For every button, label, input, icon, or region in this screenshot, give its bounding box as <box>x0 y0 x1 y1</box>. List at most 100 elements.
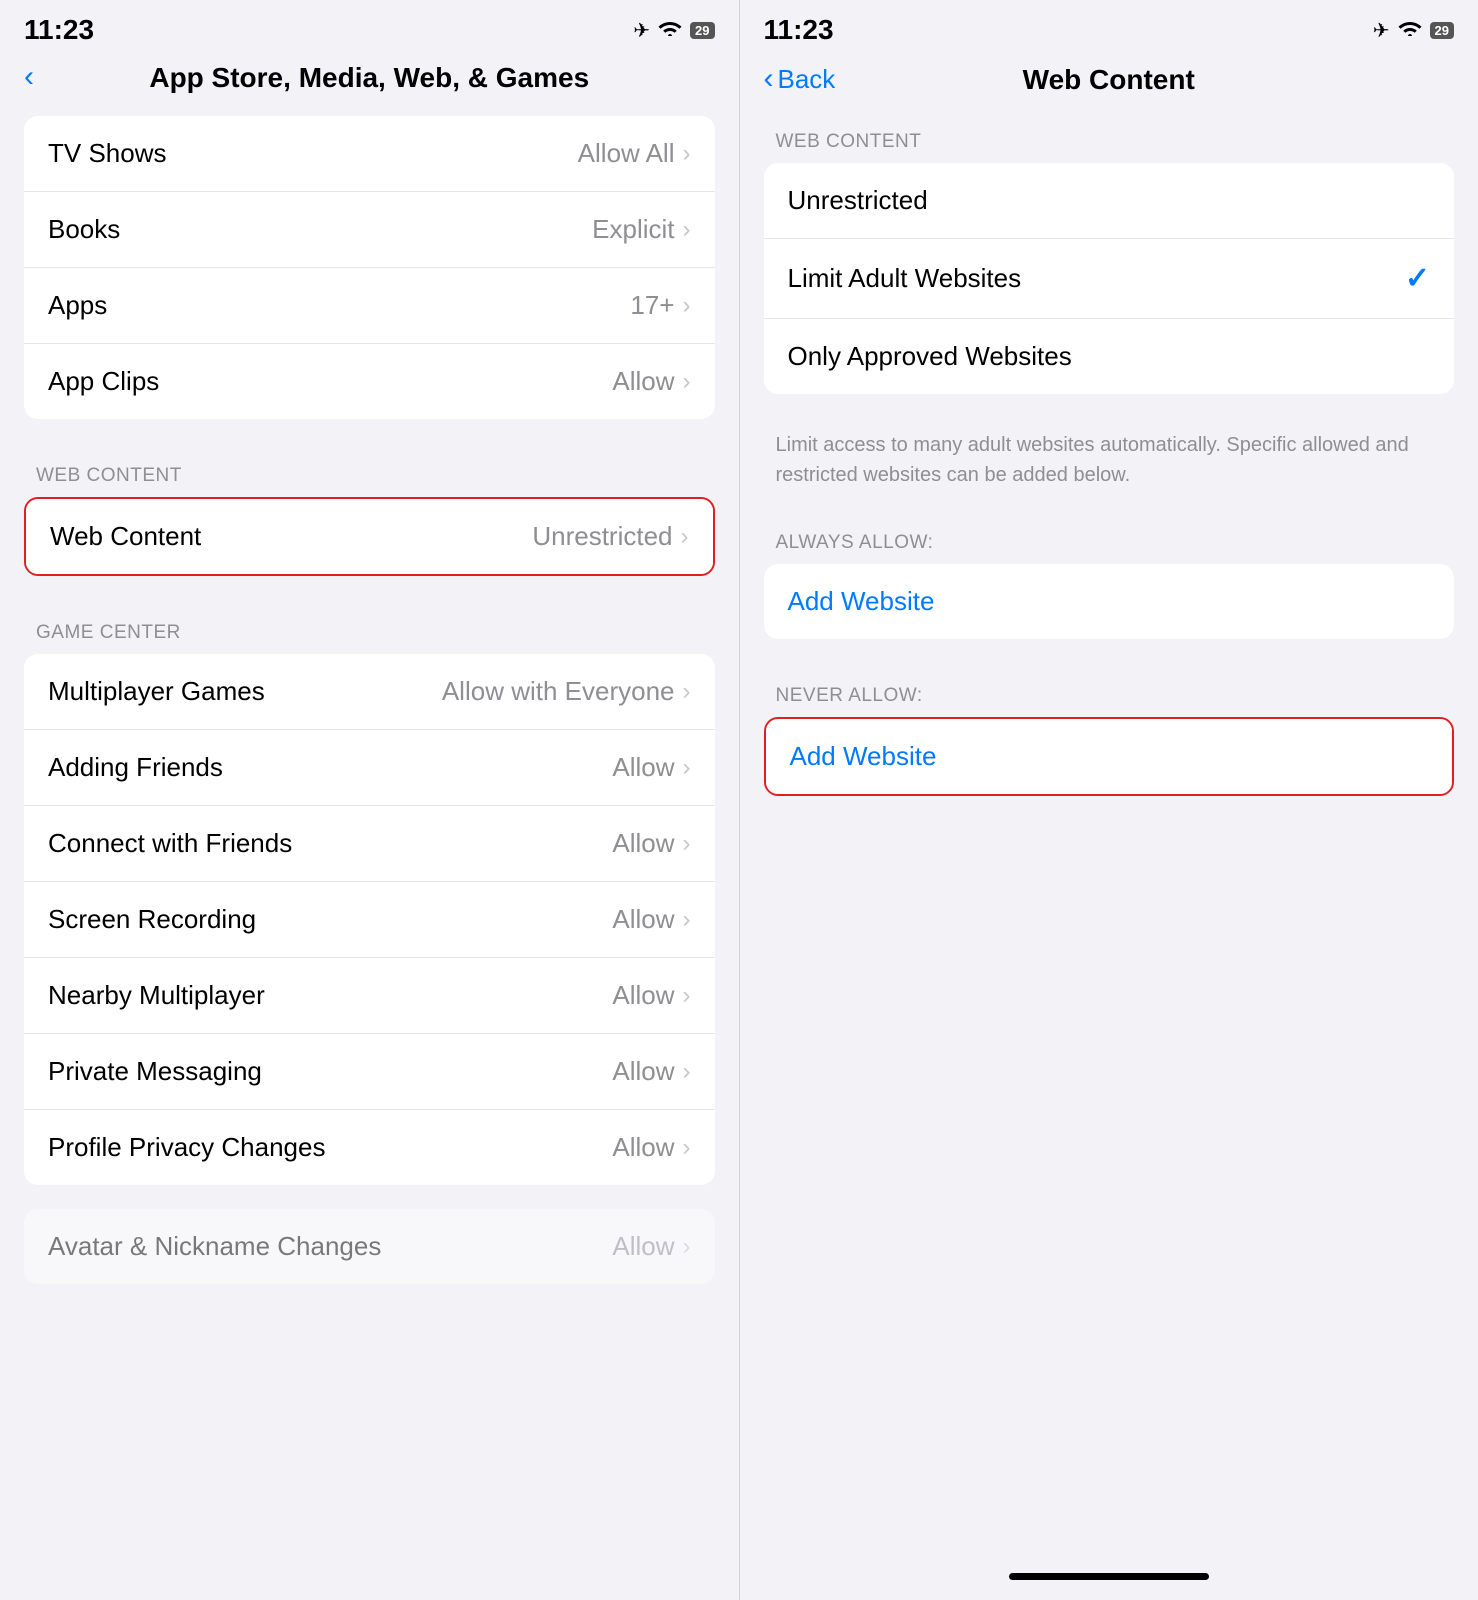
battery-right: 29 <box>1430 22 1454 39</box>
nearby-multiplayer-label: Nearby Multiplayer <box>48 980 265 1011</box>
top-list-group: TV Shows Allow All › Books Explicit › Ap… <box>24 116 715 419</box>
left-panel: 11:23 ✈ 29 ‹ App Store, Media, Web, & Ga… <box>0 0 739 1600</box>
always-allow-group: Add Website <box>764 564 1455 639</box>
screen-recording-chevron: › <box>683 908 691 932</box>
connect-with-friends-item[interactable]: Connect with Friends Allow › <box>24 806 715 882</box>
status-bar-left: 11:23 ✈ 29 <box>0 0 739 54</box>
connect-with-friends-value: Allow <box>612 828 674 859</box>
option-only-approved-label: Only Approved Websites <box>788 341 1072 372</box>
app-clips-item[interactable]: App Clips Allow › <box>24 344 715 419</box>
home-indicator-right <box>1009 1573 1209 1580</box>
private-messaging-right: Allow › <box>612 1056 690 1087</box>
status-bar-right: 11:23 ✈ 29 <box>740 0 1478 54</box>
page-title-right: Web Content <box>1023 64 1195 96</box>
web-content-group: Web Content Unrestricted › <box>24 497 715 576</box>
tv-shows-label: TV Shows <box>48 138 167 169</box>
adding-friends-chevron: › <box>683 756 691 780</box>
screen-recording-label: Screen Recording <box>48 904 256 935</box>
add-website-never-label: Add Website <box>790 741 937 772</box>
apps-item[interactable]: Apps 17+ › <box>24 268 715 344</box>
airplane-icon-left: ✈ <box>633 18 650 43</box>
status-icons-right: ✈ 29 <box>1373 18 1454 43</box>
game-center-group: Multiplayer Games Allow with Everyone › … <box>24 654 715 1185</box>
tv-shows-item[interactable]: TV Shows Allow All › <box>24 116 715 192</box>
option-only-approved[interactable]: Only Approved Websites <box>764 319 1455 394</box>
back-button-right[interactable]: ‹ Back <box>764 64 836 95</box>
wifi-icon-right <box>1398 18 1422 42</box>
private-messaging-item[interactable]: Private Messaging Allow › <box>24 1034 715 1110</box>
avatar-nickname-chevron: › <box>683 1235 691 1259</box>
connect-with-friends-label: Connect with Friends <box>48 828 292 859</box>
nearby-multiplayer-item[interactable]: Nearby Multiplayer Allow › <box>24 958 715 1034</box>
checkmark-icon: ✓ <box>1405 261 1430 296</box>
back-chevron-right: ‹ <box>764 64 774 94</box>
right-content: WEB CONTENT Unrestricted Limit Adult Web… <box>740 109 1478 1563</box>
time-right: 11:23 <box>764 14 834 46</box>
apps-value: 17+ <box>630 290 674 321</box>
books-label: Books <box>48 214 120 245</box>
back-button-left[interactable]: ‹ <box>24 64 34 92</box>
never-allow-group: Add Website <box>764 717 1455 796</box>
profile-privacy-label: Profile Privacy Changes <box>48 1132 325 1163</box>
screen-recording-item[interactable]: Screen Recording Allow › <box>24 882 715 958</box>
avatar-nickname-right: Allow › <box>612 1231 690 1262</box>
nearby-multiplayer-right: Allow › <box>612 980 690 1011</box>
web-content-value: Unrestricted <box>532 521 672 552</box>
adding-friends-item[interactable]: Adding Friends Allow › <box>24 730 715 806</box>
private-messaging-chevron: › <box>683 1060 691 1084</box>
books-value: Explicit <box>592 214 674 245</box>
app-clips-chevron: › <box>683 370 691 394</box>
battery-left: 29 <box>690 22 714 39</box>
option-unrestricted[interactable]: Unrestricted <box>764 163 1455 239</box>
multiplayer-games-item[interactable]: Multiplayer Games Allow with Everyone › <box>24 654 715 730</box>
adding-friends-right: Allow › <box>612 752 690 783</box>
profile-privacy-item[interactable]: Profile Privacy Changes Allow › <box>24 1110 715 1185</box>
partial-group: Avatar & Nickname Changes Allow › <box>24 1209 715 1284</box>
wifi-icon-left <box>658 18 682 42</box>
app-clips-value: Allow <box>612 366 674 397</box>
nav-bar-left: ‹ App Store, Media, Web, & Games <box>0 54 739 106</box>
add-website-always-item[interactable]: Add Website <box>764 564 1455 639</box>
web-content-options-group: Unrestricted Limit Adult Websites ✓ Only… <box>764 163 1455 394</box>
tv-shows-right: Allow All › <box>578 138 691 169</box>
game-center-section-header: GAME CENTER <box>0 600 739 654</box>
app-clips-label: App Clips <box>48 366 159 397</box>
airplane-icon-right: ✈ <box>1373 18 1390 43</box>
multiplayer-games-chevron: › <box>683 680 691 704</box>
never-allow-header: NEVER ALLOW: <box>740 663 1478 717</box>
profile-privacy-chevron: › <box>683 1136 691 1160</box>
status-icons-left: ✈ 29 <box>633 18 714 43</box>
web-content-chevron: › <box>681 525 689 549</box>
connect-with-friends-right: Allow › <box>612 828 690 859</box>
left-content: TV Shows Allow All › Books Explicit › Ap… <box>0 106 739 1600</box>
add-website-never-item[interactable]: Add Website <box>766 719 1453 794</box>
private-messaging-value: Allow <box>612 1056 674 1087</box>
web-content-label: Web Content <box>50 521 201 552</box>
app-clips-right: Allow › <box>612 366 690 397</box>
screen-recording-right: Allow › <box>612 904 690 935</box>
avatar-nickname-item[interactable]: Avatar & Nickname Changes Allow › <box>24 1209 715 1284</box>
profile-privacy-value: Allow <box>612 1132 674 1163</box>
books-item[interactable]: Books Explicit › <box>24 192 715 268</box>
apps-right: 17+ › <box>630 290 690 321</box>
adding-friends-value: Allow <box>612 752 674 783</box>
web-content-right: Unrestricted › <box>532 521 688 552</box>
option-limit-adult-label: Limit Adult Websites <box>788 263 1022 294</box>
web-content-item[interactable]: Web Content Unrestricted › <box>26 499 713 574</box>
always-allow-header: ALWAYS ALLOW: <box>740 510 1478 564</box>
back-chevron-left: ‹ <box>24 62 34 92</box>
back-label-right: Back <box>778 64 836 95</box>
connect-with-friends-chevron: › <box>683 832 691 856</box>
add-website-always-label: Add Website <box>788 586 935 617</box>
nearby-multiplayer-chevron: › <box>683 984 691 1008</box>
option-unrestricted-label: Unrestricted <box>788 185 928 216</box>
option-limit-adult[interactable]: Limit Adult Websites ✓ <box>764 239 1455 319</box>
right-panel: 11:23 ✈ 29 ‹ Back Web Content WEB CONTEN… <box>740 0 1478 1600</box>
web-content-section-header: WEB CONTENT <box>0 443 739 497</box>
adding-friends-label: Adding Friends <box>48 752 223 783</box>
multiplayer-games-right: Allow with Everyone › <box>442 676 691 707</box>
books-chevron: › <box>683 218 691 242</box>
profile-privacy-right: Allow › <box>612 1132 690 1163</box>
apps-label: Apps <box>48 290 107 321</box>
web-content-options-header: WEB CONTENT <box>740 109 1478 163</box>
